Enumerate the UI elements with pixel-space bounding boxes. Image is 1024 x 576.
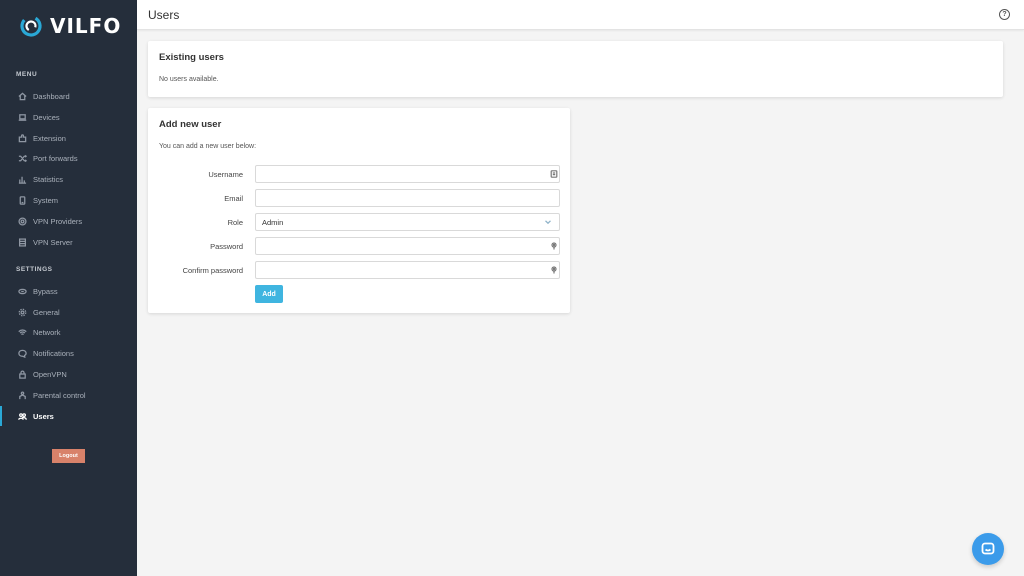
- globe-icon: [18, 216, 27, 226]
- sidebar-item-label: Users: [33, 411, 54, 421]
- sidebar-item-label: General: [33, 307, 60, 317]
- role-selected-value: Admin: [262, 217, 284, 227]
- email-input[interactable]: [255, 189, 560, 207]
- vilfo-logo-icon: [20, 15, 42, 37]
- sidebar-item-label: VPN Server: [33, 237, 73, 247]
- sidebar-item-label: Network: [33, 327, 61, 337]
- sidebar-item-statistics[interactable]: Statistics: [0, 169, 137, 189]
- bypass-icon: [18, 287, 27, 296]
- sidebar-item-label: Notifications: [33, 348, 74, 358]
- sidebar-item-dashboard[interactable]: Dashboard: [0, 86, 137, 106]
- confirm-password-label: Confirm password: [182, 266, 243, 275]
- sidebar-item-label: System: [33, 195, 59, 205]
- confirm-password-input[interactable]: [255, 261, 560, 279]
- lock-icon: [18, 370, 27, 379]
- sidebar-item-network[interactable]: Network: [0, 322, 137, 342]
- existing-users-card: Existing users No users available.: [148, 41, 1003, 97]
- sidebar-item-extension[interactable]: Extension: [0, 128, 137, 148]
- sidebar-item-label: Extension: [33, 133, 66, 143]
- role-label: Role: [227, 218, 243, 227]
- email-label: Email: [224, 194, 243, 203]
- existing-users-title: Existing users: [159, 52, 224, 63]
- sidebar-item-label: Parental control: [33, 390, 86, 400]
- hard-drive-icon: [18, 195, 27, 205]
- sidebar-item-parental-control[interactable]: Parental control: [0, 385, 137, 405]
- sidebar-item-label: Bypass: [33, 286, 58, 296]
- sidebar-item-port-forwards[interactable]: Port forwards: [0, 148, 137, 168]
- sidebar-item-label: Devices: [33, 112, 60, 122]
- menu-section-title: MENU: [16, 71, 38, 78]
- wifi-icon: [18, 328, 27, 337]
- users-icon: [18, 412, 27, 421]
- puzzle-icon: [18, 133, 27, 143]
- add-user-title: Add new user: [159, 119, 222, 130]
- sidebar-item-users[interactable]: Users: [0, 406, 137, 426]
- chevron-down-icon: [544, 218, 552, 228]
- gear-icon: [18, 308, 27, 317]
- sidebar-item-general[interactable]: General: [0, 302, 137, 322]
- sidebar-item-label: VPN Providers: [33, 216, 83, 226]
- no-users-text: No users available.: [159, 76, 219, 83]
- chat-icon: [981, 542, 995, 555]
- settings-section-title: SETTINGS: [16, 266, 53, 273]
- shuffle-icon: [18, 154, 27, 163]
- username-input[interactable]: [255, 165, 560, 183]
- add-user-button[interactable]: Add: [255, 285, 283, 303]
- sidebar-item-label: OpenVPN: [33, 369, 67, 379]
- sidebar: VILFO MENU Dashboard Devices Extension P…: [0, 0, 137, 576]
- sidebar-item-devices[interactable]: Devices: [0, 107, 137, 127]
- home-icon: [18, 92, 27, 101]
- sidebar-item-vpn-server[interactable]: VPN Server: [0, 232, 137, 252]
- add-user-subtitle: You can add a new user below:: [159, 143, 257, 150]
- key-icon[interactable]: [550, 242, 558, 250]
- page-title: Users: [148, 8, 180, 22]
- help-circle-icon[interactable]: ?: [999, 9, 1010, 20]
- key-icon[interactable]: [550, 266, 558, 274]
- sidebar-item-label: Statistics: [33, 174, 64, 184]
- bar-chart-icon: [18, 175, 27, 184]
- role-select[interactable]: Admin: [255, 213, 560, 231]
- chat-launcher-button[interactable]: [972, 533, 1004, 565]
- top-header: Users ?: [137, 0, 1024, 30]
- server-icon: [18, 237, 27, 247]
- password-input[interactable]: [255, 237, 560, 255]
- sidebar-item-bypass[interactable]: Bypass: [0, 281, 137, 301]
- password-label: Password: [210, 242, 243, 251]
- laptop-icon: [18, 113, 27, 122]
- family-icon: [18, 390, 27, 400]
- logout-button[interactable]: Logout: [52, 449, 85, 463]
- sidebar-item-vpn-providers[interactable]: VPN Providers: [0, 211, 137, 231]
- sidebar-item-openvpn[interactable]: OpenVPN: [0, 364, 137, 384]
- id-card-icon: [550, 170, 558, 178]
- add-user-card: Add new user You can add a new user belo…: [148, 108, 570, 313]
- sidebar-item-notifications[interactable]: Notifications: [0, 343, 137, 363]
- sidebar-item-system[interactable]: System: [0, 190, 137, 210]
- message-icon: [18, 349, 27, 358]
- username-label: Username: [208, 170, 243, 179]
- sidebar-item-label: Dashboard: [33, 91, 70, 101]
- brand-name: VILFO: [50, 14, 122, 38]
- sidebar-item-label: Port forwards: [33, 153, 78, 163]
- brand-logo[interactable]: VILFO: [19, 13, 121, 39]
